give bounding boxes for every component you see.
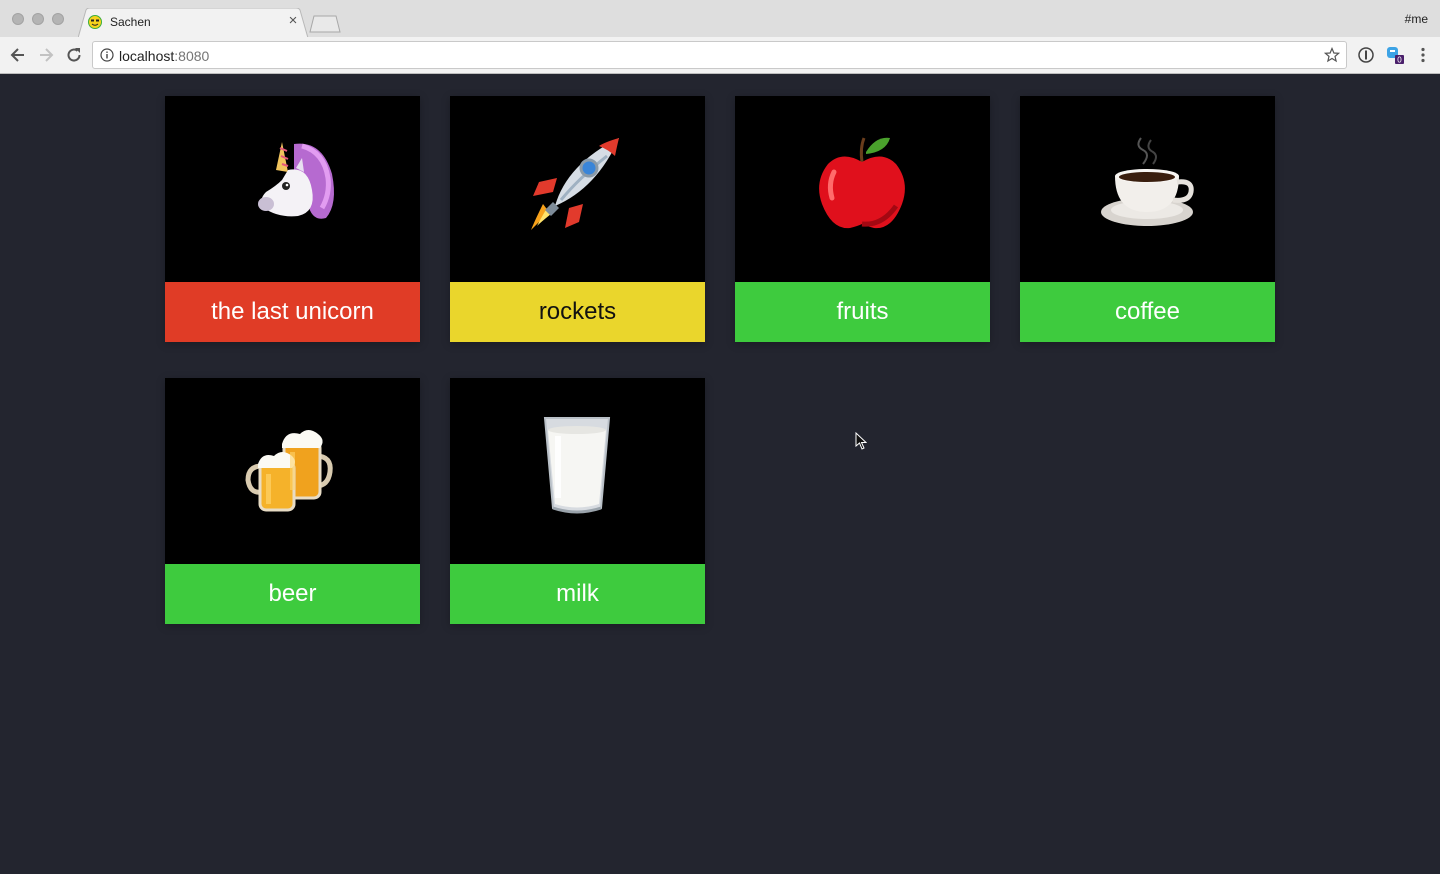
card-label: rockets <box>450 282 705 342</box>
card-art <box>1020 96 1275 282</box>
extension-badge-count: 0 <box>1397 56 1402 65</box>
reload-icon[interactable] <box>64 45 84 65</box>
tab-close-icon[interactable]: × <box>286 13 300 28</box>
mouse-cursor-icon <box>855 432 867 450</box>
extension-badge-icon[interactable]: 0 <box>1386 46 1404 64</box>
card-milk[interactable]: milk <box>450 378 705 624</box>
card-art <box>165 96 420 282</box>
card-art <box>450 96 705 282</box>
maximize-window-button[interactable] <box>52 13 64 25</box>
browser-menu-icon[interactable] <box>1414 46 1432 64</box>
card-art <box>735 96 990 282</box>
smiley-favicon-icon <box>88 15 102 29</box>
close-window-button[interactable] <box>12 13 24 25</box>
milk-glass-icon <box>543 417 611 514</box>
card-label: the last unicorn <box>165 282 420 342</box>
url-port: :8080 <box>174 48 210 64</box>
card-the-last-unicorn[interactable]: the last unicorn <box>165 96 420 342</box>
back-arrow-icon[interactable] <box>8 45 28 65</box>
card-beer[interactable]: beer <box>165 378 420 624</box>
coffee-icon <box>1101 137 1194 226</box>
card-art <box>450 378 705 564</box>
card-art <box>165 378 420 564</box>
tab-title: Sachen <box>110 15 151 29</box>
browser-tabstrip: Sachen × #me <box>0 0 1440 38</box>
info-icon[interactable] <box>100 48 114 62</box>
active-tab[interactable]: Sachen × <box>78 8 309 38</box>
bookmark-star-icon[interactable] <box>1324 47 1340 63</box>
card-rockets[interactable]: rockets <box>450 96 705 342</box>
unicorn-icon <box>258 142 334 219</box>
card-fruits[interactable]: fruits <box>735 96 990 342</box>
url-host: localhost <box>119 48 175 64</box>
beer-mugs-icon <box>245 430 333 512</box>
password-manager-extension-icon[interactable] <box>1357 46 1375 64</box>
card-label: beer <box>165 564 420 624</box>
card-label: milk <box>450 564 705 624</box>
url-text: localhost:8080 <box>119 48 209 64</box>
address-bar[interactable]: localhost:8080 <box>92 41 1347 69</box>
minimize-window-button[interactable] <box>32 13 44 25</box>
profile-label[interactable]: #me <box>1405 12 1428 26</box>
card-label: coffee <box>1020 282 1275 342</box>
card-label: fruits <box>735 282 990 342</box>
rocket-icon <box>531 138 619 230</box>
apple-icon <box>819 137 905 229</box>
card-coffee[interactable]: coffee <box>1020 96 1275 342</box>
browser-toolbar: localhost:8080 0 <box>0 37 1440 74</box>
new-tab-button[interactable] <box>308 14 344 34</box>
forward-arrow-icon[interactable] <box>36 45 56 65</box>
